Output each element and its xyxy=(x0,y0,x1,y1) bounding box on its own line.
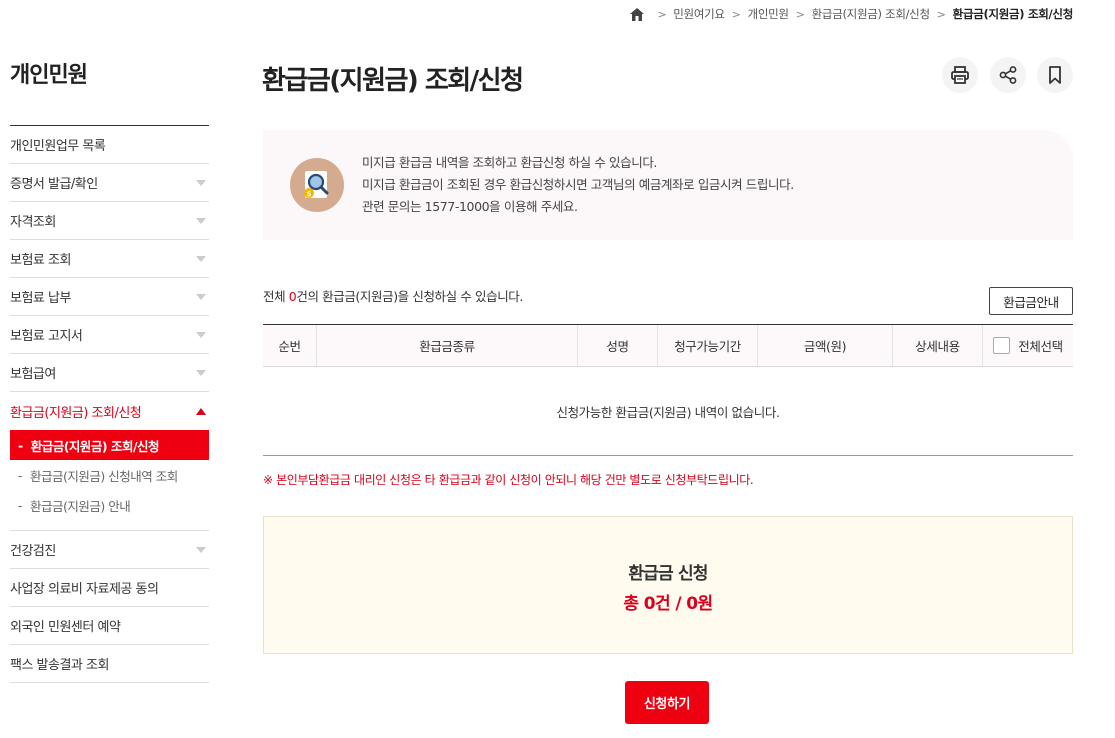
sidebar-item-premium-bill[interactable]: 보험료 고지서 xyxy=(10,316,209,354)
sidebar-item-label: 사업장 의료비 자료제공 동의 xyxy=(10,582,159,597)
count-suffix: 건의 환급금(지원금)을 신청하실 수 있습니다. xyxy=(296,289,523,304)
count-prefix: 전체 xyxy=(263,289,289,304)
apply-button[interactable]: 신청하기 xyxy=(625,681,709,724)
sidebar-item-label: 보험료 조회 xyxy=(10,253,71,268)
sidebar-item-refund[interactable]: 환급금(지원금) 조회/신청 xyxy=(10,392,209,430)
refund-table: 순번 환급금종류 성명 청구가능기간 금액(원) 상세내용 전체선택 신청가능한… xyxy=(263,324,1073,456)
sidebar-item-label: 자격조회 xyxy=(10,215,56,230)
sidebar-item-certificate[interactable]: 증명서 발급/확인 xyxy=(10,164,209,202)
sidebar-item-foreigner-reservation[interactable]: 외국인 민원센터 예약 xyxy=(10,607,209,645)
print-icon xyxy=(951,66,969,84)
sidebar-item-premium-inquiry[interactable]: 보험료 조회 xyxy=(10,240,209,278)
sidebar-item-label: 외국인 민원센터 예약 xyxy=(10,620,121,635)
breadcrumb-separator: > xyxy=(731,7,741,21)
info-box: $ 미지급 환급금 내역을 조회하고 환급신청 하실 수 있습니다. 미지급 환… xyxy=(263,130,1073,240)
column-header: 환급금종류 xyxy=(316,325,577,366)
sidebar-subitem-refund-guide[interactable]: - 환급금(지원금) 안내 xyxy=(10,490,209,520)
sidebar-submenu: - 환급금(지원금) 조회/신청 - 환급금(지원금) 신청내역 조회 - 환급금(지… xyxy=(10,430,209,531)
chevron-down-icon xyxy=(196,179,206,186)
search-refund-icon: $ xyxy=(290,158,344,212)
refund-count-text: 전체 0건의 환급금(지원금)을 신청하실 수 있습니다. xyxy=(263,286,523,305)
select-all-checkbox[interactable] xyxy=(993,337,1011,354)
select-all-label[interactable]: 전체선택 xyxy=(1018,336,1063,355)
info-line: 미지급 환급금이 조회된 경우 환급신청하시면 고객님의 예금계좌로 입금시켜 … xyxy=(362,177,794,192)
column-header: 성명 xyxy=(577,325,657,366)
dash-marker: - xyxy=(18,467,23,483)
chevron-down-icon xyxy=(196,369,206,376)
sidebar-item-medical-consent[interactable]: 사업장 의료비 자료제공 동의 xyxy=(10,569,209,607)
print-button[interactable] xyxy=(942,57,978,93)
sidebar-item-label: 보험료 고지서 xyxy=(10,329,83,344)
sidebar-title: 개인민원 xyxy=(10,63,88,88)
home-icon[interactable] xyxy=(630,7,645,21)
chevron-down-icon xyxy=(196,546,206,553)
sidebar-subitem-label: 환급금(지원금) 안내 xyxy=(30,498,131,514)
breadcrumb-separator: > xyxy=(795,7,805,21)
summary-title: 환급금 신청 xyxy=(628,564,708,584)
page-title: 환급금(지원금) 조회/신청 xyxy=(262,66,524,96)
table-header: 순번 환급금종류 성명 청구가능기간 금액(원) 상세내용 전체선택 xyxy=(263,325,1073,367)
bookmark-icon xyxy=(1049,66,1061,84)
breadcrumb-separator: > xyxy=(936,7,946,21)
share-button[interactable] xyxy=(990,57,1026,93)
refund-guide-button[interactable]: 환급금안내 xyxy=(989,287,1073,315)
sidebar-menu: 개인민원업무 목록 증명서 발급/확인 자격조회 보험료 조회 보험료 납부 보… xyxy=(10,125,209,683)
sidebar-subitem-refund-inquiry[interactable]: - 환급금(지원금) 조회/신청 xyxy=(10,430,209,460)
notice-text: ※ 본인부담환급금 대리인 신청은 타 환급금과 같이 신청이 안되니 해당 건… xyxy=(263,473,754,487)
sidebar-subitem-refund-history[interactable]: - 환급금(지원금) 신청내역 조회 xyxy=(10,460,209,490)
sidebar-item-health-checkup[interactable]: 건강검진 xyxy=(10,531,209,569)
breadcrumb-item[interactable]: 환급금(지원금) 조회/신청 xyxy=(812,6,930,22)
chevron-up-icon xyxy=(196,407,206,415)
summary-total: 총 0건 / 0원 xyxy=(623,594,713,614)
sidebar-item-label: 개인민원업무 목록 xyxy=(10,139,106,154)
sidebar-subitem-label: 환급금(지원금) 신청내역 조회 xyxy=(30,468,178,484)
breadcrumb-item[interactable]: 개인민원 xyxy=(748,6,789,22)
breadcrumb: > 민원여기요 > 개인민원 > 환급금(지원금) 조회/신청 > 환급금(지원… xyxy=(630,6,1073,22)
chevron-down-icon xyxy=(196,331,206,338)
select-all-header: 전체선택 xyxy=(982,325,1073,366)
bookmark-button[interactable] xyxy=(1037,57,1073,93)
breadcrumb-separator: > xyxy=(657,7,667,21)
sidebar-item-label: 환급금(지원금) 조회/신청 xyxy=(10,405,142,421)
sidebar-item-label: 보험료 납부 xyxy=(10,291,71,306)
sidebar-item-label: 증명서 발급/확인 xyxy=(10,177,98,192)
sidebar-item-fax-result[interactable]: 팩스 발송결과 조회 xyxy=(10,645,209,683)
breadcrumb-item[interactable]: 민원여기요 xyxy=(673,6,725,22)
svg-text:$: $ xyxy=(307,190,312,198)
column-header: 청구가능기간 xyxy=(657,325,757,366)
info-text: 미지급 환급금 내역을 조회하고 환급신청 하실 수 있습니다. 미지급 환급금… xyxy=(362,152,794,218)
table-empty-row: 신청가능한 환급금(지원금) 내역이 없습니다. xyxy=(263,367,1073,456)
sidebar-item-civil-list[interactable]: 개인민원업무 목록 xyxy=(10,126,209,164)
dash-marker: - xyxy=(18,437,23,453)
column-header: 금액(원) xyxy=(757,325,892,366)
sidebar-item-premium-payment[interactable]: 보험료 납부 xyxy=(10,278,209,316)
column-header: 상세내용 xyxy=(892,325,982,366)
sidebar-item-label: 건강검진 xyxy=(10,544,56,559)
chevron-down-icon xyxy=(196,255,206,262)
sidebar-item-label: 보험급여 xyxy=(10,367,56,382)
chevron-down-icon xyxy=(196,293,206,300)
sidebar-subitem-label: 환급금(지원금) 조회/신청 xyxy=(30,438,160,454)
breadcrumb-current: 환급금(지원금) 조회/신청 xyxy=(952,7,1074,21)
info-line: 미지급 환급금 내역을 조회하고 환급신청 하실 수 있습니다. xyxy=(362,155,657,170)
sidebar-item-qualification[interactable]: 자격조회 xyxy=(10,202,209,240)
chevron-down-icon xyxy=(196,217,206,224)
share-icon xyxy=(999,66,1017,84)
refund-summary: 환급금 신청 총 0건 / 0원 xyxy=(263,516,1073,654)
dash-marker: - xyxy=(18,497,23,513)
info-line: 관련 문의는 1577-1000을 이용해 주세요. xyxy=(362,199,578,214)
column-header: 순번 xyxy=(278,339,301,354)
sidebar-item-benefits[interactable]: 보험급여 xyxy=(10,354,209,392)
sidebar-item-label: 팩스 발송결과 조회 xyxy=(10,658,109,673)
